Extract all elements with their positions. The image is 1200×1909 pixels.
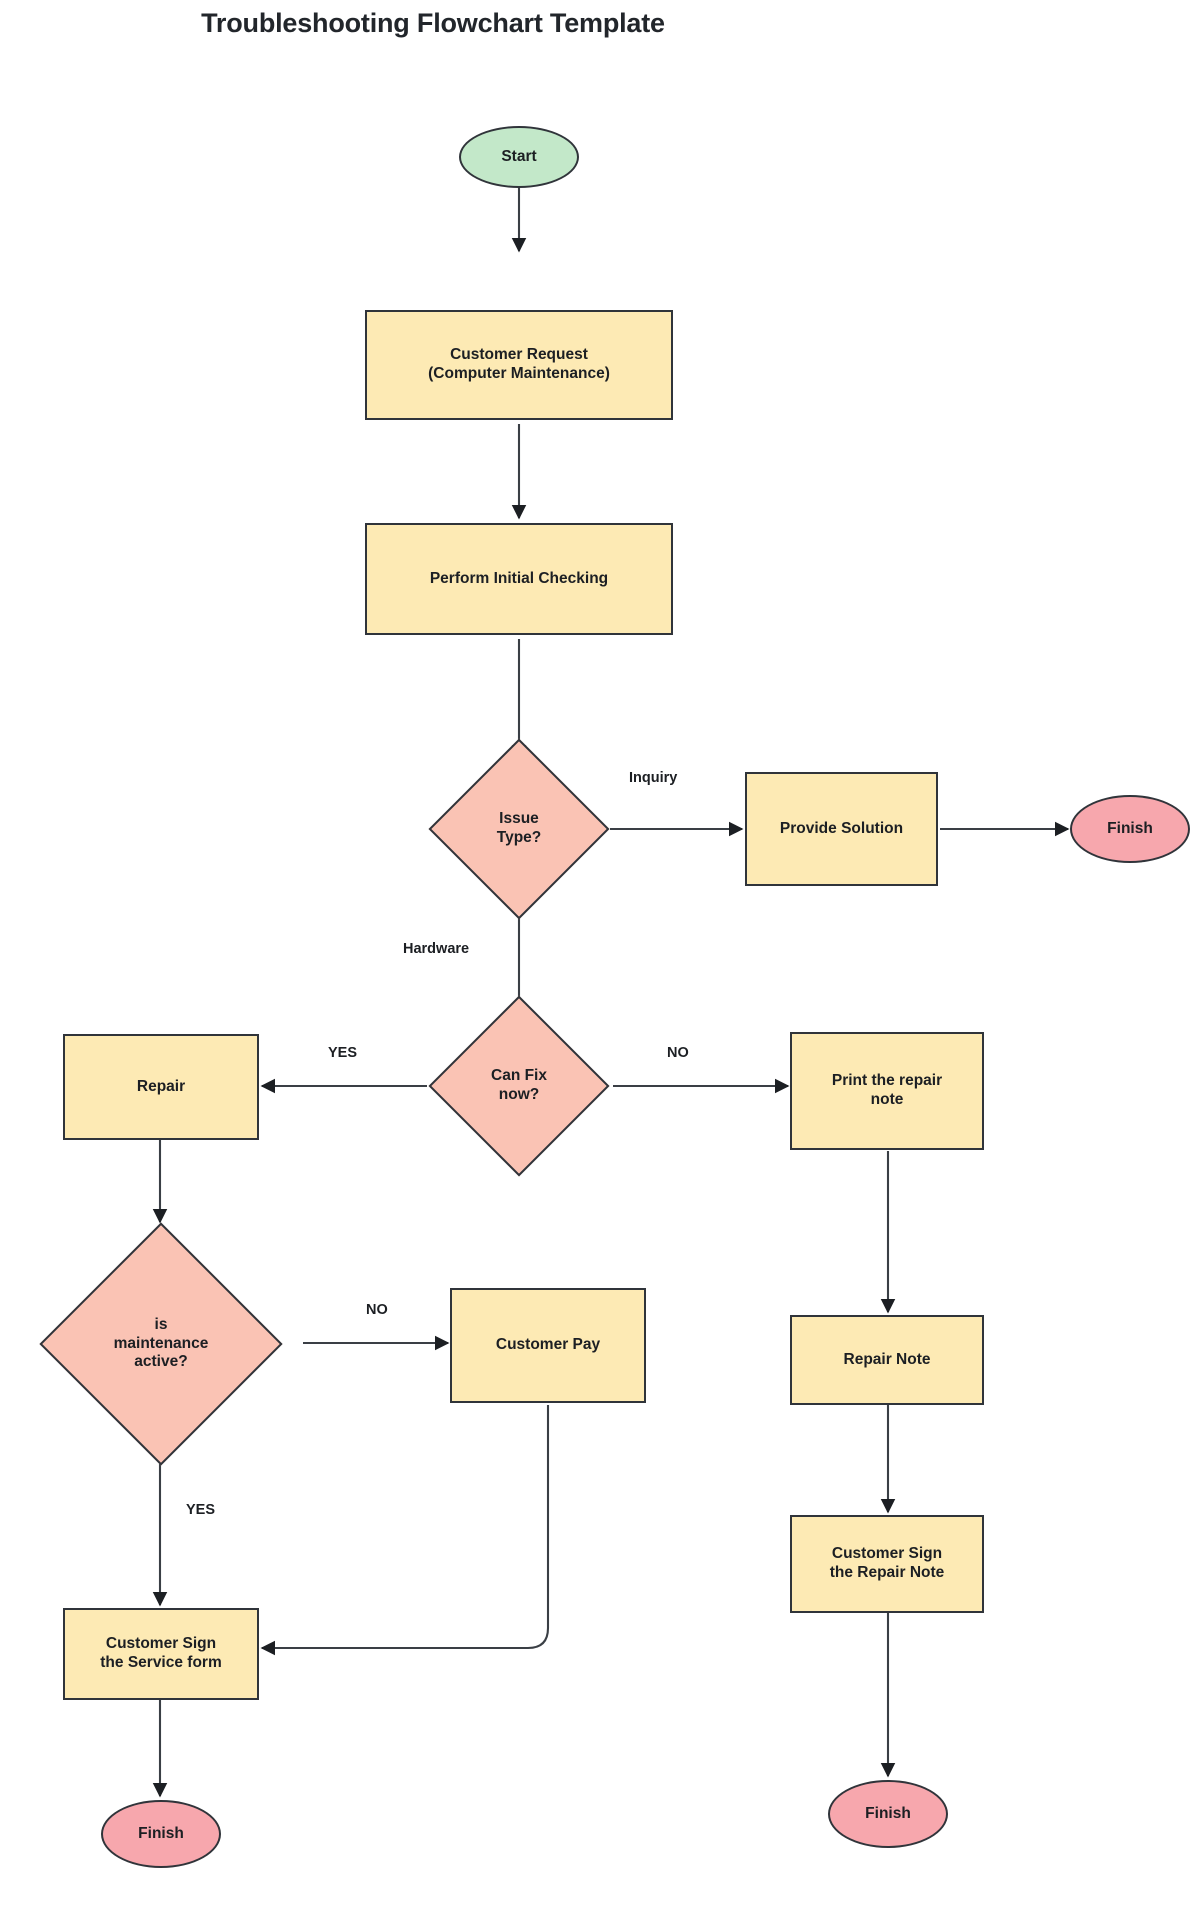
node-customer-sign-the-service-form-line2: the Service form (100, 1654, 222, 1671)
node-perform-initial-checking-label: Perform Initial Checking (429, 569, 609, 587)
node-provide-solution-label: Provide Solution (779, 819, 904, 837)
edge-label-inquiry: Inquiry (629, 770, 678, 786)
edge-label-can-fix-yes: YES (328, 1045, 358, 1061)
node-start-label: Start (501, 147, 537, 165)
is-maintenance-active-diamond-shape (39, 1222, 283, 1466)
node-issue-type[interactable]: Issue Type? (428, 738, 610, 920)
node-can-fix-now[interactable]: Can Fix now? (428, 995, 610, 1177)
edge-label-can-fix-no: NO (667, 1045, 689, 1061)
issue-type-diamond-shape (428, 738, 610, 920)
node-customer-sign-the-repair-note-line1: Customer Sign (831, 1545, 943, 1563)
node-repair-note-label: Repair Note (843, 1350, 931, 1368)
node-customer-sign-the-service-form-line1: Customer Sign (105, 1635, 217, 1653)
can-fix-now-diamond-shape (428, 995, 610, 1177)
node-customer-sign-the-repair-note-line2: the Repair Note (829, 1564, 945, 1581)
node-customer-pay[interactable]: Customer Pay (450, 1288, 646, 1403)
node-finish-inquiry[interactable]: Finish (1070, 795, 1190, 863)
node-finish-service[interactable]: Finish (101, 1800, 221, 1868)
node-finish-inquiry-label: Finish (1107, 819, 1153, 837)
edge-label-hardware: Hardware (403, 941, 470, 957)
edge-label-maintenance-yes: YES (186, 1502, 216, 1518)
node-customer-sign-the-repair-note[interactable]: Customer Sign the Repair Note (790, 1515, 984, 1613)
node-perform-initial-checking[interactable]: Perform Initial Checking (365, 523, 673, 635)
node-customer-request[interactable]: Customer Request (Computer Maintenance) (365, 310, 673, 420)
node-finish-repair-label: Finish (865, 1804, 911, 1822)
node-customer-sign-the-service-form[interactable]: Customer Sign the Service form (63, 1608, 259, 1700)
node-print-the-repair-note-line1: Print the repair (831, 1072, 943, 1090)
node-repair[interactable]: Repair (63, 1034, 259, 1140)
node-provide-solution[interactable]: Provide Solution (745, 772, 938, 886)
node-customer-pay-label: Customer Pay (495, 1336, 601, 1354)
node-is-maintenance-active[interactable]: is maintenance active? (39, 1222, 283, 1466)
edge-label-maintenance-no: NO (366, 1302, 388, 1318)
node-repair-label: Repair (136, 1077, 186, 1095)
node-finish-repair[interactable]: Finish (828, 1780, 948, 1848)
node-start[interactable]: Start (459, 126, 579, 188)
node-customer-request-line1: Customer Request (450, 346, 588, 364)
node-customer-request-line2: (Computer Maintenance) (428, 365, 610, 382)
node-finish-service-label: Finish (138, 1824, 184, 1842)
node-repair-note[interactable]: Repair Note (790, 1315, 984, 1405)
node-print-the-repair-note-line2: note (870, 1091, 904, 1108)
node-print-the-repair-note[interactable]: Print the repair note (790, 1032, 984, 1150)
